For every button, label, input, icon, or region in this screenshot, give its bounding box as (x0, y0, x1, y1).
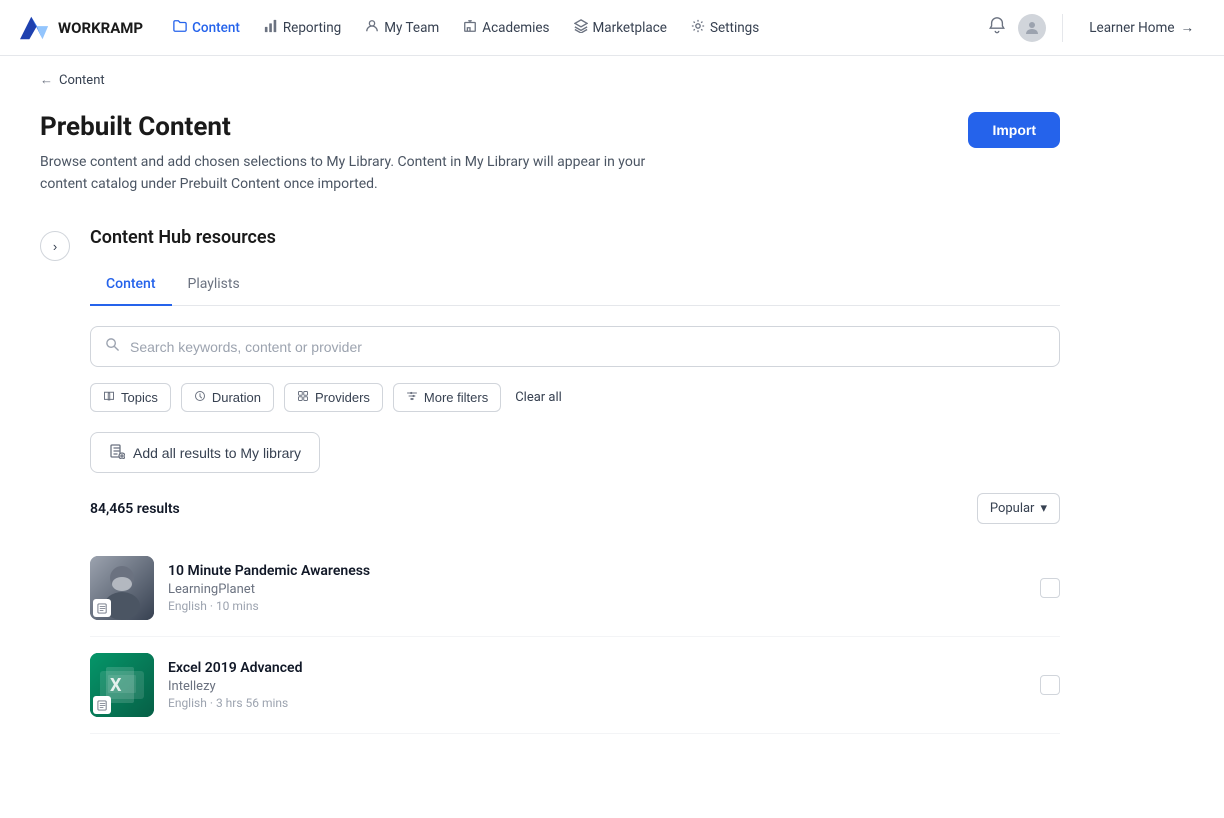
page-title: Prebuilt Content (40, 112, 680, 142)
content-meta: English · 3 hrs 56 mins (168, 696, 1026, 710)
add-library-icon (109, 443, 125, 462)
filter-more[interactable]: More filters (393, 383, 501, 412)
search-bar (90, 326, 1060, 367)
nav-item-settings[interactable]: Settings (681, 13, 769, 43)
chevron-down-icon: ▾ (1040, 501, 1047, 516)
content-list: 10 Minute Pandemic Awareness LearningPla… (90, 540, 1060, 734)
content-provider: LearningPlanet (168, 582, 1026, 597)
back-arrow-icon: ← (40, 72, 53, 88)
clear-all-button[interactable]: Clear all (511, 384, 566, 411)
hub-content-area: Content Hub resources Content Playlists (90, 227, 1060, 734)
chart-icon (264, 19, 278, 37)
list-item: 10 Minute Pandemic Awareness LearningPla… (90, 540, 1060, 637)
filter-bar: Topics Duration Providers (90, 383, 1060, 412)
tab-content[interactable]: Content (90, 268, 172, 306)
filter-topics[interactable]: Topics (90, 383, 171, 412)
filter-providers[interactable]: Providers (284, 383, 383, 412)
learner-home-link[interactable]: Learner Home → (1079, 14, 1204, 42)
content-thumbnail (90, 556, 154, 620)
nav-divider (1062, 14, 1063, 42)
chevron-right-icon: › (53, 239, 57, 254)
search-icon (105, 337, 120, 356)
sliders-icon (406, 390, 418, 405)
page-header-left: Prebuilt Content Browse content and add … (40, 112, 680, 195)
nav-item-marketplace[interactable]: Marketplace (564, 13, 677, 43)
search-input[interactable] (130, 339, 1045, 355)
tab-playlists[interactable]: Playlists (172, 268, 256, 306)
results-header: 84,465 results Popular ▾ (90, 493, 1060, 524)
sort-dropdown[interactable]: Popular ▾ (977, 493, 1060, 524)
results-count: 84,465 results (90, 501, 180, 517)
main-content: Prebuilt Content Browse content and add … (0, 88, 1100, 774)
content-info: Excel 2019 Advanced Intellezy English · … (168, 660, 1026, 710)
folder-icon (173, 19, 187, 37)
content-checkbox[interactable] (1040, 675, 1060, 695)
content-tabs: Content Playlists (90, 268, 1060, 306)
content-thumbnail: X (90, 653, 154, 717)
logo[interactable]: WORKRAMP (20, 13, 143, 43)
book-icon (103, 390, 115, 405)
clock-icon (194, 390, 206, 405)
nav-item-reporting[interactable]: Reporting (254, 13, 351, 43)
avatar[interactable] (1018, 14, 1046, 42)
app-name: WORKRAMP (58, 19, 143, 37)
content-checkbox[interactable] (1040, 578, 1060, 598)
gear-icon (691, 19, 705, 37)
bell-icon[interactable] (988, 16, 1006, 39)
content-info: 10 Minute Pandemic Awareness LearningPla… (168, 563, 1026, 613)
breadcrumb: ← Content (0, 56, 1224, 88)
page-description: Browse content and add chosen selections… (40, 152, 680, 195)
list-item: X Excel 2019 Advanced Intell (90, 637, 1060, 734)
content-meta: English · 10 mins (168, 599, 1026, 613)
hub-title: Content Hub resources (90, 227, 1060, 248)
content-title: Excel 2019 Advanced (168, 660, 1026, 676)
content-provider: Intellezy (168, 679, 1026, 694)
navbar: WORKRAMP Content Reporting My Team Acade… (0, 0, 1224, 56)
arrow-right-icon: → (1181, 20, 1195, 36)
add-all-button[interactable]: Add all results to My library (90, 432, 320, 473)
breadcrumb-link[interactable]: Content (59, 73, 105, 88)
content-hub: › Content Hub resources Content Playlist… (40, 227, 1060, 734)
building-icon (463, 19, 477, 37)
import-button[interactable]: Import (968, 112, 1060, 148)
nav-item-academies[interactable]: Academies (453, 13, 559, 43)
nav-item-content[interactable]: Content (163, 13, 250, 43)
content-title: 10 Minute Pandemic Awareness (168, 563, 1026, 579)
collapse-button[interactable]: › (40, 231, 70, 261)
filter-duration[interactable]: Duration (181, 383, 274, 412)
nav-right: Learner Home → (988, 14, 1204, 42)
person-icon (365, 19, 379, 37)
layers-icon (574, 19, 588, 37)
page-header: Prebuilt Content Browse content and add … (40, 112, 1060, 195)
nav-item-my-team[interactable]: My Team (355, 13, 449, 43)
grid-icon (297, 390, 309, 405)
